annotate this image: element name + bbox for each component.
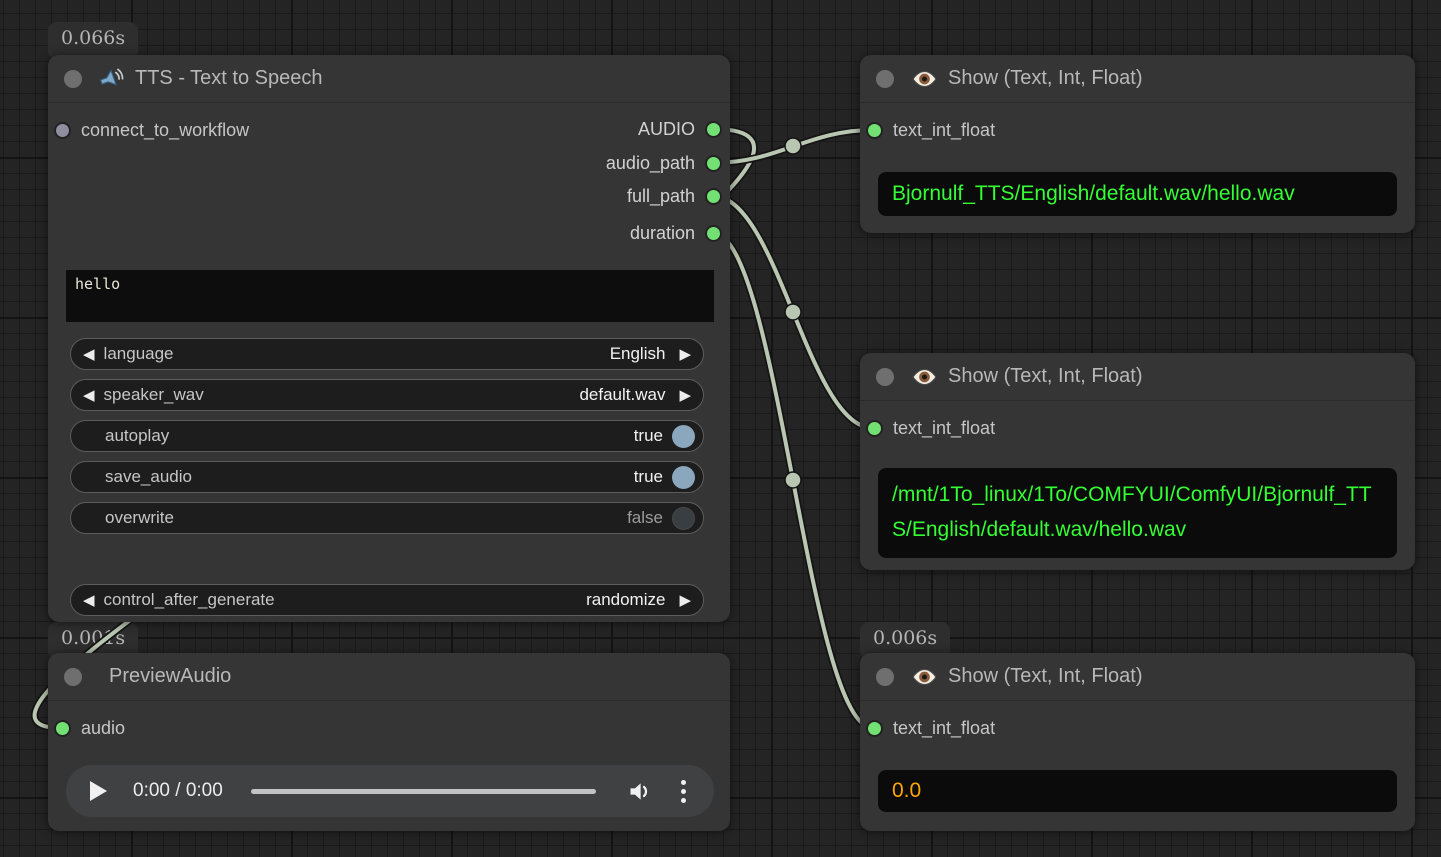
- input-label: audio: [81, 718, 125, 739]
- loudspeaker-icon: [99, 66, 125, 92]
- widget-control-after-generate[interactable]: ◀ control_after_generate randomize ▶: [70, 584, 704, 616]
- output-slot-duration[interactable]: duration: [630, 222, 722, 244]
- input-dot[interactable]: [54, 720, 71, 737]
- input-dot[interactable]: [866, 720, 883, 737]
- widget-value: true: [634, 426, 663, 446]
- node-tts-text-to-speech[interactable]: TTS - Text to Speech connect_to_workflow…: [48, 55, 730, 622]
- eye-icon: [911, 70, 938, 88]
- node-header[interactable]: Show (Text, Int, Float): [860, 653, 1415, 701]
- output-slot-full-path[interactable]: full_path: [627, 185, 722, 207]
- input-slot-text-int-float[interactable]: text_int_float: [866, 417, 995, 439]
- node-preview-audio[interactable]: PreviewAudio audio 0:00 / 0:00: [48, 653, 730, 831]
- widget-autoplay[interactable]: autoplay true: [70, 420, 704, 452]
- link-midpoint-dot[interactable]: [785, 304, 801, 320]
- play-button[interactable]: [90, 781, 107, 801]
- volume-icon[interactable]: [626, 778, 653, 805]
- output-dot[interactable]: [705, 188, 722, 205]
- widget-speaker-wav[interactable]: ◀ speaker_wav default.wav ▶: [70, 379, 704, 411]
- audio-player[interactable]: 0:00 / 0:00: [66, 765, 714, 817]
- show-value-display: Bjornulf_TTS/English/default.wav/hello.w…: [878, 172, 1397, 216]
- output-label: duration: [630, 223, 695, 244]
- combo-left-arrow-icon[interactable]: ◀: [83, 593, 95, 608]
- text-input[interactable]: [66, 270, 714, 322]
- overflow-menu-icon[interactable]: [677, 778, 690, 805]
- node-title: TTS - Text to Speech: [135, 67, 323, 90]
- output-dot[interactable]: [705, 121, 722, 138]
- show-value-display: /mnt/1To_linux/1To/COMFYUI/ComfyUI/Bjorn…: [878, 468, 1397, 558]
- combo-right-arrow-icon[interactable]: ▶: [679, 388, 691, 403]
- combo-right-arrow-icon[interactable]: ▶: [679, 347, 691, 362]
- widget-label: autoplay: [105, 426, 169, 446]
- widget-value: false: [627, 508, 663, 528]
- output-label: audio_path: [606, 153, 695, 174]
- input-dot[interactable]: [54, 122, 71, 139]
- eye-icon: [911, 668, 938, 686]
- node-header[interactable]: PreviewAudio: [48, 653, 730, 701]
- node-header[interactable]: Show (Text, Int, Float): [860, 55, 1415, 103]
- input-dot[interactable]: [866, 420, 883, 437]
- input-label: text_int_float: [893, 418, 995, 439]
- combo-right-arrow-icon[interactable]: ▶: [679, 593, 691, 608]
- output-label: full_path: [627, 186, 695, 207]
- collapse-dot[interactable]: [64, 668, 82, 686]
- combo-left-arrow-icon[interactable]: ◀: [83, 347, 95, 362]
- input-slot-connect-to-workflow[interactable]: connect_to_workflow: [54, 119, 249, 141]
- output-label: AUDIO: [638, 119, 695, 140]
- node-title: Show (Text, Int, Float): [948, 665, 1143, 688]
- output-dot[interactable]: [705, 225, 722, 242]
- toggle-on-dot[interactable]: [672, 466, 695, 489]
- widget-value: English: [610, 344, 666, 364]
- node-graph-canvas[interactable]: 0.066s 0.001s 0.006s: [0, 0, 1441, 857]
- node-title: Show (Text, Int, Float): [948, 365, 1143, 388]
- widget-overwrite[interactable]: overwrite false: [70, 502, 704, 534]
- node-show-text-int-float-1[interactable]: Show (Text, Int, Float) text_int_float B…: [860, 55, 1415, 233]
- input-label: text_int_float: [893, 120, 995, 141]
- link-midpoint-dot[interactable]: [785, 138, 801, 154]
- input-slot-text-int-float[interactable]: text_int_float: [866, 717, 995, 739]
- output-dot[interactable]: [705, 155, 722, 172]
- output-slot-audio[interactable]: AUDIO: [638, 118, 722, 140]
- show-value-display: 0.0: [878, 770, 1397, 812]
- input-slot-text-int-float[interactable]: text_int_float: [866, 119, 995, 141]
- eye-icon: [911, 368, 938, 386]
- input-slot-audio[interactable]: audio: [54, 717, 125, 739]
- link-fullpath-to-show2[interactable]: [713, 196, 873, 428]
- widget-value: true: [634, 467, 663, 487]
- input-label: text_int_float: [893, 718, 995, 739]
- widget-label: control_after_generate: [104, 590, 275, 610]
- node-title: PreviewAudio: [109, 665, 231, 688]
- toggle-on-dot[interactable]: [672, 425, 695, 448]
- widget-save-audio[interactable]: save_audio true: [70, 461, 704, 493]
- input-dot[interactable]: [866, 122, 883, 139]
- collapse-dot[interactable]: [64, 70, 82, 88]
- node-show-text-int-float-3[interactable]: Show (Text, Int, Float) text_int_float 0…: [860, 653, 1415, 831]
- audio-seek-bar[interactable]: [251, 789, 596, 794]
- toggle-off-dot[interactable]: [672, 507, 695, 530]
- widget-label: overwrite: [105, 508, 174, 528]
- node-show-text-int-float-2[interactable]: Show (Text, Int, Float) text_int_float /…: [860, 353, 1415, 570]
- node-title: Show (Text, Int, Float): [948, 67, 1143, 90]
- widget-value: randomize: [586, 590, 665, 610]
- input-label: connect_to_workflow: [81, 120, 249, 141]
- output-slot-audio-path[interactable]: audio_path: [606, 152, 722, 174]
- widget-label: save_audio: [105, 467, 192, 487]
- link-midpoint-dot[interactable]: [785, 472, 801, 488]
- widget-language[interactable]: ◀ language English ▶: [70, 338, 704, 370]
- widget-label: language: [104, 344, 174, 364]
- widget-label: speaker_wav: [104, 385, 204, 405]
- widget-value: default.wav: [579, 385, 665, 405]
- node-header[interactable]: Show (Text, Int, Float): [860, 353, 1415, 401]
- collapse-dot[interactable]: [876, 70, 894, 88]
- node-header[interactable]: TTS - Text to Speech: [48, 55, 730, 103]
- combo-left-arrow-icon[interactable]: ◀: [83, 388, 95, 403]
- collapse-dot[interactable]: [876, 668, 894, 686]
- collapse-dot[interactable]: [876, 368, 894, 386]
- audio-time: 0:00 / 0:00: [133, 780, 223, 802]
